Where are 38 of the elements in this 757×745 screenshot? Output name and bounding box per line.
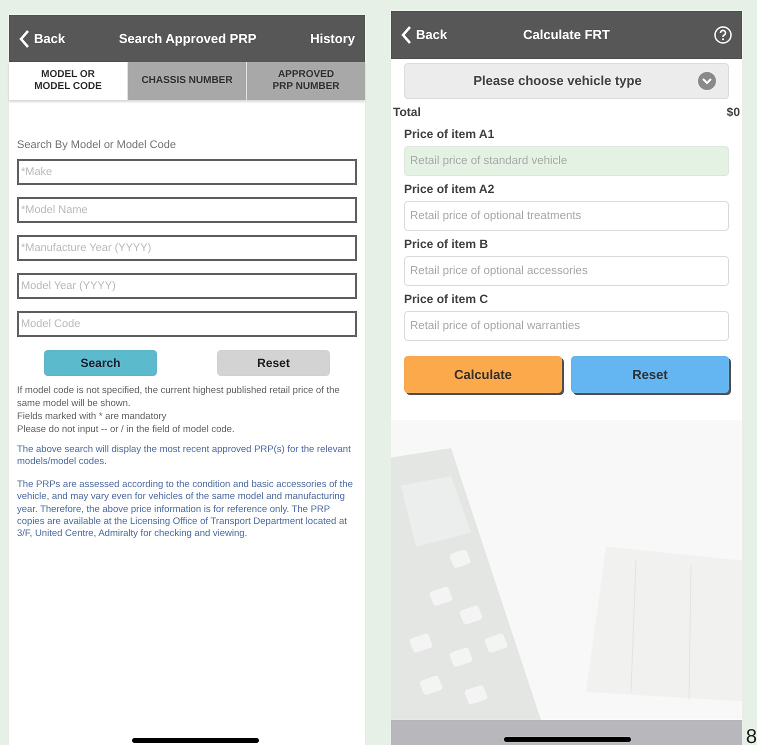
price-label: Price of item A2: [403, 181, 496, 198]
search-button[interactable]: Search: [44, 350, 157, 376]
calculate-button[interactable]: Calculate: [404, 356, 562, 393]
tab[interactable]: APPROVED PRP NUMBER: [246, 62, 365, 100]
price-field[interactable]: Retail price of optional treatments: [404, 201, 729, 231]
info-text: The PRPs are assessed according to the condition and basic accessories of the vehicle, and may vary even for vehicles of the same model and manufacturing year. Therefore, the above price information is for reference only. The PRP copies are available at the Licensing Office of Transport Department located at 3/F, United Centre, Admiralty for checking and viewing.: [17, 479, 354, 541]
input-field[interactable]: Model Code: [17, 310, 357, 336]
price-field[interactable]: Retail price of optional accessories: [404, 256, 729, 286]
section-title: Search By Model or Model Code: [17, 138, 177, 153]
price-label: Price of item A1: [403, 126, 496, 143]
input-field[interactable]: *Make: [17, 158, 357, 184]
vehicle-type-dropdown[interactable]: Please choose vehicle type: [404, 63, 729, 99]
tab[interactable]: MODEL OR MODEL CODE: [9, 62, 127, 100]
reset-button[interactable]: Reset: [571, 356, 729, 393]
back-chevron-icon: [19, 30, 30, 48]
input-field[interactable]: Model Year (YYYY): [17, 272, 357, 298]
input-field[interactable]: *Model Name: [17, 196, 357, 222]
screen-title: Search Approved PRP: [118, 30, 258, 48]
total-value: $0: [726, 104, 740, 121]
price-label: Price of item C: [403, 291, 490, 308]
price-field[interactable]: Retail price of optional warranties: [404, 311, 729, 341]
back-button[interactable]: Back: [19, 28, 66, 48]
page-number: 8: [746, 725, 757, 745]
note-text: Fields marked with * are mandatory: [17, 410, 168, 422]
price-field[interactable]: Retail price of standard vehicle: [404, 146, 729, 176]
history-button[interactable]: History: [310, 28, 355, 48]
note-text: If model code is not specified, the current highest published retail price of the same model will be shown.: [17, 384, 341, 410]
reset-button[interactable]: Reset: [217, 350, 330, 376]
note-text: Please do not input -- or / in the field of model code.: [17, 422, 236, 436]
back-chevron-icon: [401, 26, 412, 44]
tab[interactable]: CHASSIS NUMBER: [127, 62, 246, 100]
input-field[interactable]: *Manufacture Year (YYYY): [17, 234, 357, 260]
chevron-down-icon: [698, 72, 716, 90]
info-text: The above search will display the most recent approved PRP(s) for the relevant models/model codes.: [17, 444, 352, 468]
screen-title: Calculate FRT: [522, 26, 611, 44]
back-button[interactable]: Back: [401, 25, 471, 45]
total-label: Total: [393, 104, 421, 121]
price-label: Price of item B: [403, 236, 490, 253]
